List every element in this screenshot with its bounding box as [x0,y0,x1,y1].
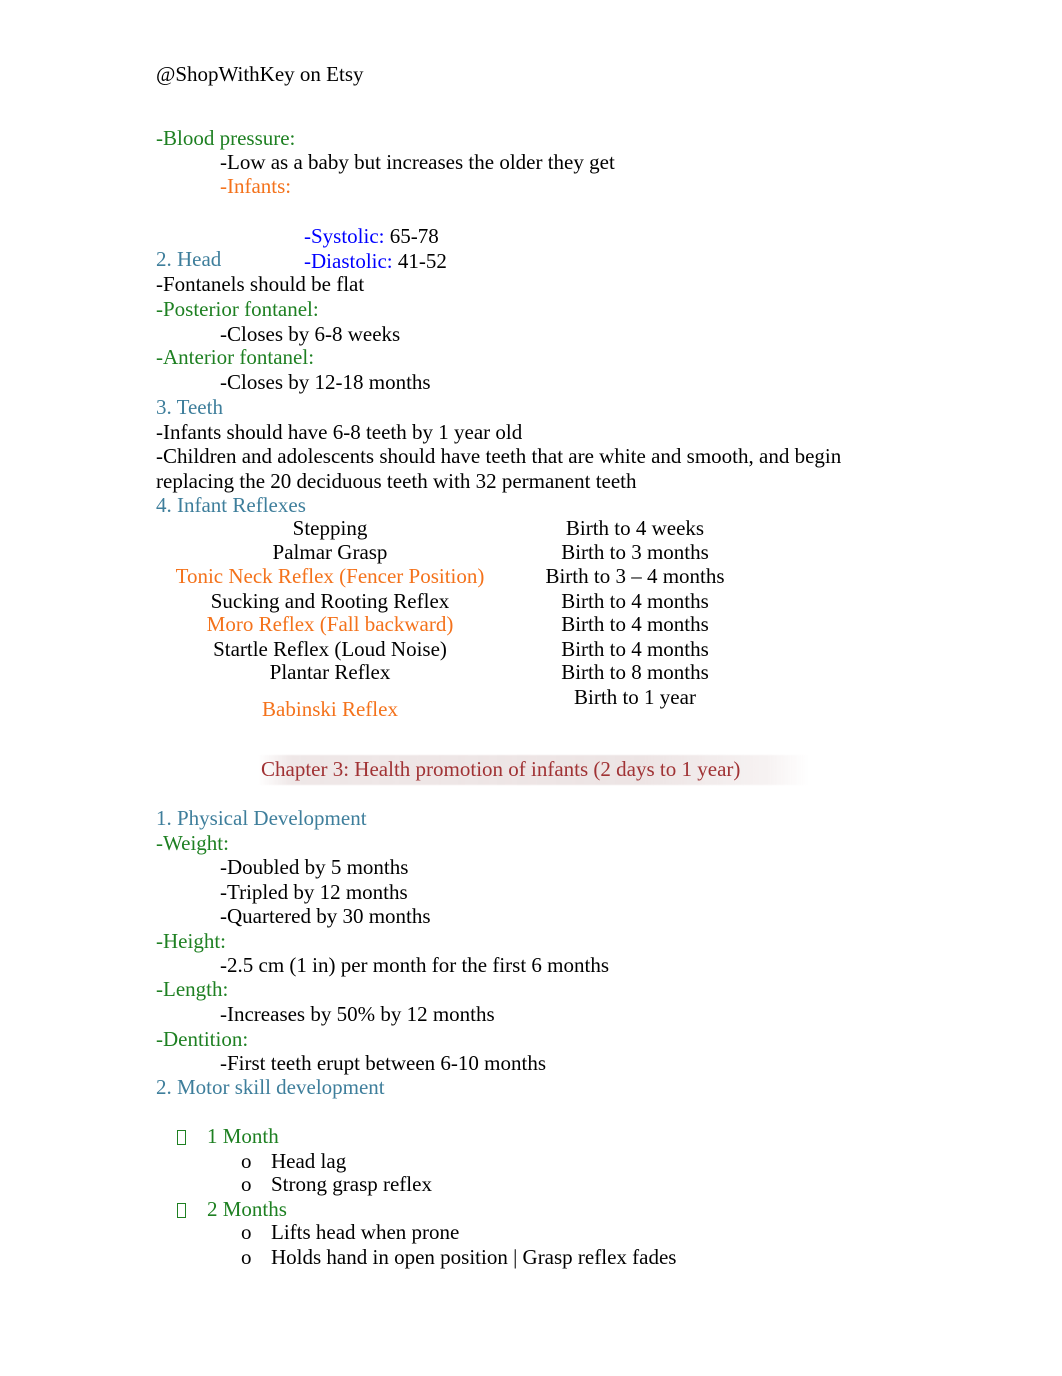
section-heading-head: 2. Head [156,247,222,271]
reflex-duration: Birth to 8 months [561,660,709,684]
head-fontanels-flat: -Fontanels should be flat [156,272,365,296]
reflex-name: Sucking and Rooting Reflex [210,589,450,613]
reflex-name: Plantar Reflex [269,660,391,684]
height-item: -2.5 cm (1 in) per month for the first 6… [220,953,610,977]
reflex-duration: Birth to 3 months [561,540,709,564]
reflex-name: Palmar Grasp [272,540,388,564]
infants-label: -Infants: [220,174,292,198]
teeth-line-2: -Children and adolescents should have te… [156,444,842,468]
section-heading-motor-skill-development: 2. Motor skill development [156,1075,385,1099]
teeth-line-3: replacing the 20 deciduous teeth with 32… [156,469,637,493]
teeth-line-1: -Infants should have 6-8 teeth by 1 year… [156,420,523,444]
section-heading-infant-reflexes: 4. Infant Reflexes [156,493,306,517]
height-label: -Height: [156,929,226,953]
section-heading-teeth: 3. Teeth [156,395,223,419]
reflex-duration: Birth to 4 months [561,589,709,613]
diastolic-value: 41-52 [392,249,447,273]
circle-bullet-icon: o [241,1245,252,1269]
reflex-duration: Birth to 4 weeks [565,516,705,540]
posterior-fontanel-detail: -Closes by 6-8 weeks [220,322,401,346]
blood-pressure-title: -Blood pressure: [156,126,296,150]
weight-item: -Quartered by 30 months [220,904,431,928]
anterior-fontanel-detail: -Closes by 12-18 months [220,370,431,394]
dentition-label: -Dentition: [156,1027,249,1051]
motor-skill-item-label: Strong grasp reflex [271,1172,432,1196]
reflex-name: Moro Reflex (Fall backward) [206,612,454,636]
document-page: @ShopWithKey on Etsy -Blood pressure: -L… [0,0,1062,1376]
motor-skill-item: o Holds hand in open position | Grasp ref… [220,1220,676,1295]
reflex-name: Tonic Neck Reflex (Fencer Position) [175,564,485,588]
length-label: -Length: [156,977,229,1001]
document-header: @ShopWithKey on Etsy [156,62,364,86]
reflex-duration: Birth to 4 months [561,637,709,661]
square-bullet-icon [177,1203,186,1218]
length-item: -Increases by 50% by 12 months [220,1002,495,1026]
diastolic-label: -Diastolic: [304,249,393,273]
reflex-name: Babinski Reflex [262,697,398,721]
chapter-title: Chapter 3: Health promotion of infants (… [261,757,741,781]
reflex-duration: Birth to 1 year [574,685,696,709]
weight-item: -Tripled by 12 months [220,880,408,904]
dentition-item: -First teeth erupt between 6-10 months [220,1051,547,1075]
square-bullet-icon [177,1130,186,1145]
reflex-name: Stepping [292,516,368,540]
reflex-duration: Birth to 4 months [561,612,709,636]
posterior-fontanel-label: -Posterior fontanel: [156,297,319,321]
anterior-fontanel-label: -Anterior fontanel: [156,345,315,369]
reflex-name: Startle Reflex (Loud Noise) [213,637,447,661]
weight-label: -Weight: [156,831,229,855]
section-heading-physical-development: 1. Physical Development [156,806,367,830]
reflex-duration: Birth to 3 – 4 months [545,564,725,588]
weight-item: -Doubled by 5 months [220,855,409,879]
blood-pressure-note: -Low as a baby but increases the older t… [220,150,615,174]
motor-skill-item-label: Holds hand in open position | Grasp refl… [271,1245,677,1269]
